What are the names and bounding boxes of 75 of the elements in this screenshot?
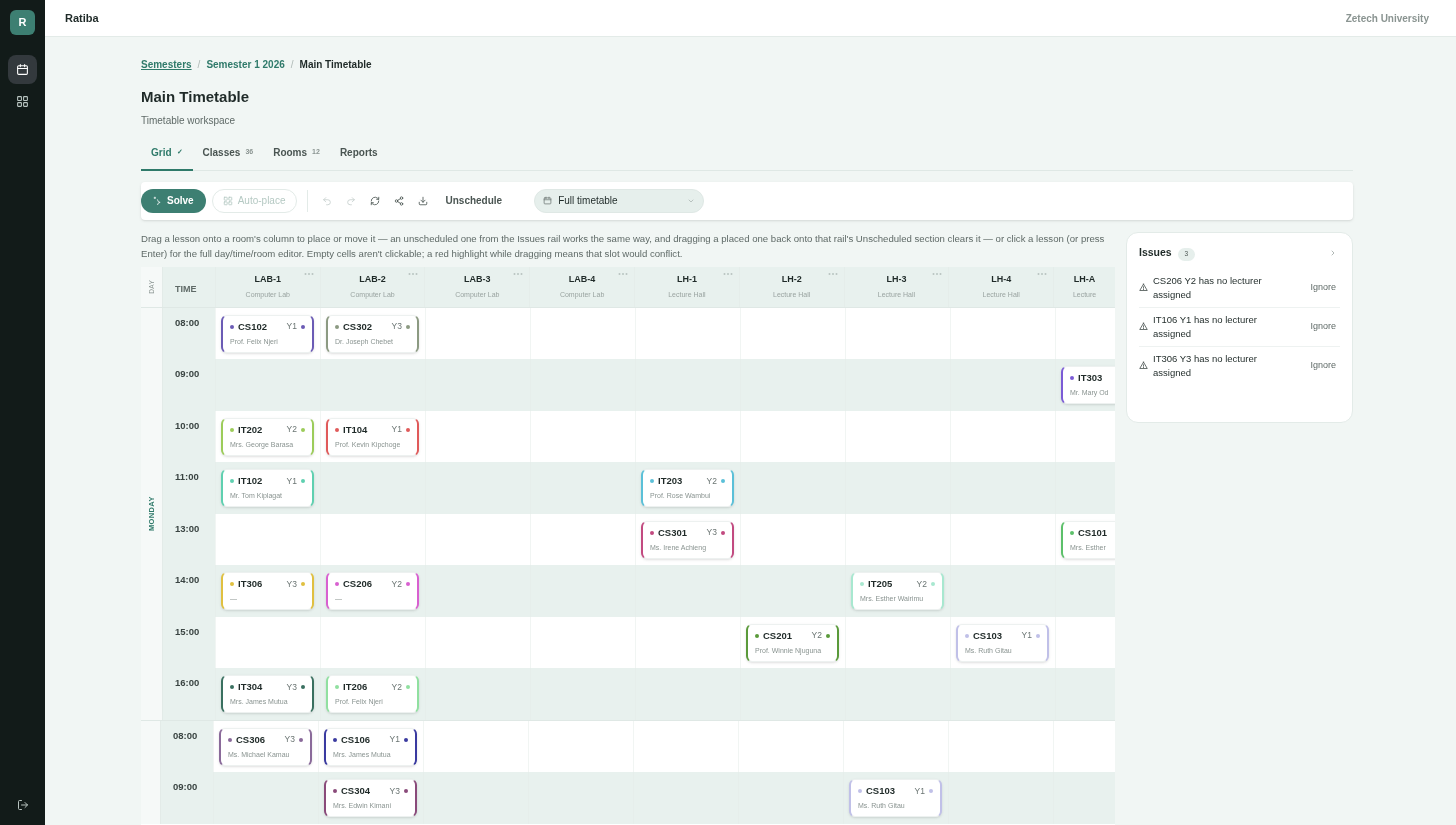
year-label: Y2 — [286, 423, 297, 436]
course-code: CS106 — [341, 732, 372, 747]
breadcrumb-link[interactable]: Semesters — [141, 57, 192, 72]
breadcrumb-separator: / — [197, 58, 201, 72]
tab[interactable]: Reports — [329, 144, 388, 171]
unschedule-button[interactable]: Unschedule — [437, 188, 511, 213]
ignore-button[interactable]: Ignore — [1306, 280, 1340, 295]
course-code: CS302 — [343, 319, 374, 334]
course-code: CS103 — [973, 628, 1004, 643]
year-label: Y1 — [286, 320, 297, 333]
year-label: Y2 — [811, 629, 822, 642]
course-code: CS304 — [341, 784, 372, 798]
course-code: IT306 — [238, 577, 264, 591]
year-label: Y1 — [389, 733, 400, 746]
course-code: IT303 — [1078, 371, 1104, 385]
course-code: CS201 — [763, 628, 794, 643]
course-code: IT203 — [658, 474, 684, 488]
course-code: IT205 — [868, 577, 894, 591]
course-code: IT102 — [238, 474, 264, 488]
ignore-button[interactable]: Ignore — [1306, 319, 1340, 334]
ignore-button[interactable]: Ignore — [1306, 358, 1340, 373]
time-cell: 08:00 — [163, 307, 215, 359]
page-title: Main Timetable — [141, 87, 251, 107]
time-cell: 08:00 — [161, 720, 213, 772]
page-subtitle: Timetable workspace — [141, 113, 237, 128]
issue-text: IT306 Y3 has no lecturer assigned — [1153, 351, 1258, 380]
app-logo: R — [10, 10, 35, 35]
course-code: CS101 — [1078, 525, 1109, 540]
year-label: Y2 — [391, 680, 402, 694]
app-name: Ratiba — [65, 10, 99, 26]
room-code: LH-A — [1073, 272, 1096, 286]
issues-title: Issues — [1139, 244, 1172, 260]
time-cell: 13:00 — [163, 513, 215, 565]
course-code: CS103 — [866, 784, 897, 798]
year-label: Y3 — [286, 577, 297, 591]
breadcrumb-separator: / — [290, 58, 294, 72]
breadcrumb-link[interactable]: Semester 1 2026 — [206, 57, 285, 72]
year-label: Y3 — [284, 733, 295, 746]
issue-text: IT106 Y1 has no lecturer assigned — [1153, 312, 1258, 341]
course-code: IT206 — [343, 680, 369, 694]
course-code: IT304 — [238, 680, 264, 694]
solve-button[interactable]: Solve — [141, 188, 206, 213]
time-header: TIME — [174, 283, 197, 294]
year-label: Y3 — [391, 320, 402, 333]
room-code: LH-2 — [781, 272, 802, 286]
room-code: LAB-1 — [254, 272, 281, 286]
year-label: Y1 — [914, 784, 925, 798]
year-label: Y2 — [391, 577, 402, 591]
year-label: Y1 — [391, 423, 402, 436]
organization-name: Zetech University — [1345, 11, 1429, 26]
room-code: LH-1 — [676, 272, 697, 286]
course-code: CS206 — [343, 577, 374, 591]
year-label: Y2 — [916, 577, 927, 591]
time-cell: 10:00 — [163, 410, 215, 462]
room-code: LH-4 — [991, 272, 1012, 286]
room-code: LH-3 — [886, 272, 907, 286]
issue-text: CS206 Y2 has no lecturer assigned — [1153, 273, 1263, 302]
breadcrumb-current: Main Timetable — [299, 58, 372, 72]
year-label: Y2 — [706, 474, 717, 488]
view-select[interactable]: Full timetable — [534, 188, 705, 213]
year-label: Y1 — [1021, 629, 1032, 642]
time-cell: 15:00 — [163, 616, 215, 668]
room-code: LAB-2 — [359, 272, 386, 286]
course-code: CS102 — [238, 319, 269, 334]
room-code: LAB-4 — [568, 272, 596, 286]
course-code: IT104 — [343, 422, 369, 437]
course-code: IT202 — [238, 422, 264, 437]
course-code: CS306 — [236, 732, 267, 747]
year-label: Y3 — [286, 680, 297, 694]
instructions-text: Drag a lesson onto a room's column to place or move it — an unscheduled one from the Issues rail works the same way, and dragging a placed one back onto that rail's Unscheduled section clears it — or click a lesson (or press Enter) for the full day/time/room editor. Empty cells aren't clickable; a red highlight while dragging means that slot would conflict. — [141, 231, 1106, 261]
room-code: LAB-3 — [464, 272, 491, 286]
year-label: Y1 — [286, 474, 297, 488]
course-code: CS301 — [658, 525, 689, 540]
year-label: Y3 — [389, 784, 400, 798]
year-label: Y3 — [706, 526, 717, 539]
